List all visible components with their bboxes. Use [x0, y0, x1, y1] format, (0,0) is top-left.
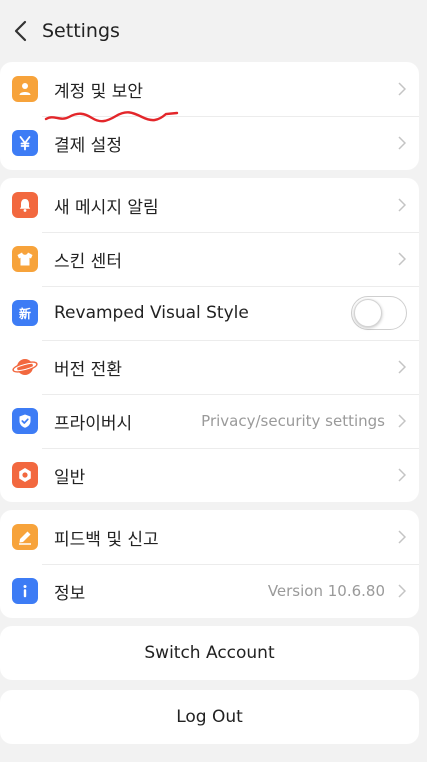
red-underline-annotation [44, 111, 179, 123]
settings-item-label: 일반 [54, 467, 86, 488]
new-style-icon: 新 [12, 300, 38, 326]
person-icon [12, 76, 38, 102]
settings-item-version-switch[interactable]: 버전 전환 [0, 340, 419, 394]
chevron-right-icon [397, 136, 407, 150]
preferences-group: 새 메시지 알림 스킨 센터 新 Revamped Visual Style 버… [0, 178, 419, 502]
chevron-right-icon [397, 584, 407, 598]
pencil-icon [12, 524, 38, 550]
toggle-knob [354, 298, 382, 327]
settings-item-label: Revamped Visual Style [54, 303, 249, 323]
settings-item-label: 계정 및 보안 [54, 81, 144, 102]
gear-icon [12, 462, 38, 488]
new-style-glyph: 新 [18, 306, 31, 321]
version-text: Version 10.6.80 [267, 582, 385, 600]
settings-item-payment[interactable]: 결제 설정 [0, 116, 419, 170]
shield-icon [12, 408, 38, 434]
switch-account-button[interactable]: Switch Account [0, 626, 419, 680]
settings-item-label: 정보 [54, 583, 86, 604]
shirt-icon [12, 246, 38, 272]
chevron-right-icon [397, 252, 407, 266]
settings-item-label: 새 메시지 알림 [54, 197, 159, 218]
settings-item-label: 버전 전환 [54, 359, 122, 380]
settings-item-label: 결제 설정 [54, 135, 122, 156]
settings-item-general[interactable]: 일반 [0, 448, 419, 502]
chevron-right-icon [397, 468, 407, 482]
yen-icon [12, 130, 38, 156]
chevron-right-icon [397, 198, 407, 212]
info-icon [12, 578, 38, 604]
chevron-right-icon [397, 530, 407, 544]
settings-item-label: 스킨 센터 [54, 251, 122, 272]
bell-icon [12, 192, 38, 218]
log-out-button[interactable]: Log Out [0, 690, 419, 744]
visual-style-toggle[interactable] [351, 296, 407, 330]
privacy-subtitle: Privacy/security settings [201, 412, 385, 430]
chevron-right-icon [397, 360, 407, 374]
settings-item-label: 피드백 및 신고 [54, 529, 159, 550]
settings-item-about[interactable]: 정보 Version 10.6.80 [0, 564, 419, 618]
planet-icon [12, 354, 38, 380]
page-title: Settings [42, 20, 120, 42]
chevron-left-icon [14, 20, 27, 42]
settings-item-privacy[interactable]: 프라이버시 Privacy/security settings [0, 394, 419, 448]
header: Settings [0, 0, 427, 62]
settings-item-skin-center[interactable]: 스킨 센터 [0, 232, 419, 286]
back-button[interactable] [8, 19, 32, 43]
settings-item-visual-style: 新 Revamped Visual Style [0, 286, 419, 340]
settings-item-notifications[interactable]: 새 메시지 알림 [0, 178, 419, 232]
support-group: 피드백 및 신고 정보 Version 10.6.80 [0, 510, 419, 618]
chevron-right-icon [397, 414, 407, 428]
settings-item-label: 프라이버시 [54, 413, 133, 434]
chevron-right-icon [397, 82, 407, 96]
settings-item-feedback[interactable]: 피드백 및 신고 [0, 510, 419, 564]
